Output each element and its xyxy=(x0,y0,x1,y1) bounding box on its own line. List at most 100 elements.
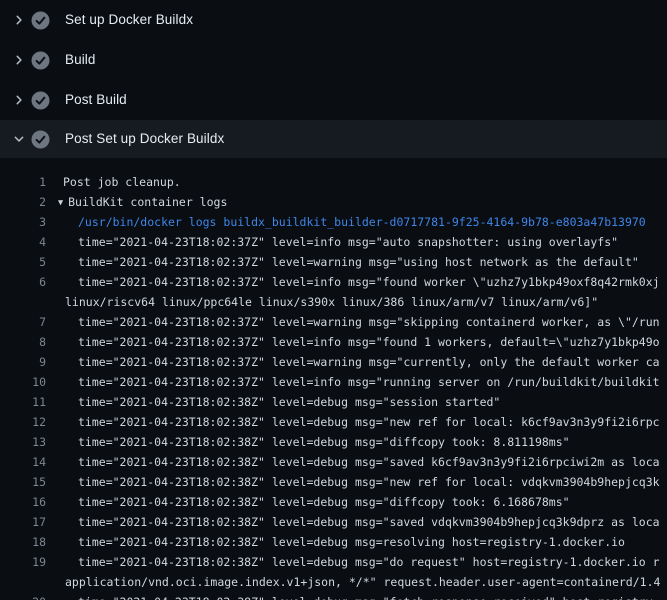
log-line-content: ▼time="2021-04-23T18:02:38Z" level=debug… xyxy=(78,412,660,432)
step-row[interactable]: Post Build xyxy=(0,80,667,120)
check-circle-icon xyxy=(31,11,50,30)
log-line: 11 ▼time="2021-04-23T18:02:38Z" level=de… xyxy=(0,392,667,412)
log-line: 16 ▼time="2021-04-23T18:02:38Z" level=de… xyxy=(0,492,667,512)
log-line-content: ▼time="2021-04-23T18:02:38Z" level=debug… xyxy=(78,472,660,492)
log-line-text: time="2021-04-23T18:02:37Z" level=info m… xyxy=(78,375,660,389)
steps-list: Set up Docker Buildx Build xyxy=(0,0,667,158)
log-line: 13 ▼time="2021-04-23T18:02:38Z" level=de… xyxy=(0,432,667,452)
line-number[interactable]: 6 xyxy=(0,272,46,292)
line-number[interactable]: 8 xyxy=(0,332,46,352)
line-number[interactable] xyxy=(0,292,46,312)
line-number[interactable]: 9 xyxy=(0,352,46,372)
line-number[interactable]: 15 xyxy=(0,472,46,492)
log-line-text: time="2021-04-23T18:02:38Z" level=debug … xyxy=(78,495,570,509)
log-line-content: ▼time="2021-04-23T18:02:37Z" level=warni… xyxy=(78,312,660,332)
log-line-text: time="2021-04-23T18:02:37Z" level=info m… xyxy=(78,275,660,289)
log-line-text: time="2021-04-23T18:02:38Z" level=debug … xyxy=(78,595,660,600)
line-number[interactable]: 4 xyxy=(0,232,46,252)
log-line: 7 ▼time="2021-04-23T18:02:37Z" level=war… xyxy=(0,312,667,332)
log-line-content: ▼Post job cleanup. xyxy=(63,172,181,192)
line-number[interactable]: 3 xyxy=(0,212,46,232)
log-line: 20 ▼time="2021-04-23T18:02:38Z" level=de… xyxy=(0,592,667,600)
chevron-down-icon[interactable] xyxy=(11,131,27,147)
check-circle-icon xyxy=(31,51,50,70)
log-line-content: ▼application/vnd.oci.image.index.v1+json… xyxy=(65,572,660,592)
log-line-text: time="2021-04-23T18:02:37Z" level=warnin… xyxy=(78,315,660,329)
line-number[interactable]: 13 xyxy=(0,432,46,452)
check-circle-icon xyxy=(31,91,50,110)
log-viewer: 1 ▼Post job cleanup. 2 ▼BuildKit contain… xyxy=(0,158,667,600)
log-line-text: time="2021-04-23T18:02:38Z" level=debug … xyxy=(78,535,625,549)
log-line-content: ▼time="2021-04-23T18:02:38Z" level=debug… xyxy=(78,432,570,452)
log-line: 10 ▼time="2021-04-23T18:02:37Z" level=in… xyxy=(0,372,667,392)
log-line[interactable]: 2 ▼BuildKit container logs xyxy=(0,192,667,212)
log-line: 1 ▼Post job cleanup. xyxy=(0,172,667,192)
line-number[interactable]: 14 xyxy=(0,452,46,472)
log-line-content: ▼time="2021-04-23T18:02:38Z" level=debug… xyxy=(78,392,500,412)
log-line-content: ▼linux/riscv64 linux/ppc64le linux/s390x… xyxy=(65,292,598,312)
log-line-content: ▼time="2021-04-23T18:02:37Z" level=warni… xyxy=(78,352,660,372)
log-line-content: ▼time="2021-04-23T18:02:38Z" level=debug… xyxy=(78,532,625,552)
line-number[interactable]: 16 xyxy=(0,492,46,512)
log-line-content: ▼time="2021-04-23T18:02:37Z" level=info … xyxy=(78,232,618,252)
line-number[interactable]: 20 xyxy=(0,592,46,600)
log-line: 8 ▼time="2021-04-23T18:02:37Z" level=inf… xyxy=(0,332,667,352)
step-row[interactable]: Post Set up Docker Buildx xyxy=(0,120,667,158)
check-circle-icon xyxy=(31,130,50,149)
log-line: ▼linux/riscv64 linux/ppc64le linux/s390x… xyxy=(0,292,667,312)
log-line: 5 ▼time="2021-04-23T18:02:37Z" level=war… xyxy=(0,252,667,272)
log-line: 17 ▼time="2021-04-23T18:02:38Z" level=de… xyxy=(0,512,667,532)
actions-log-viewer: Set up Docker Buildx Build xyxy=(0,0,667,600)
log-line-text: time="2021-04-23T18:02:38Z" level=debug … xyxy=(78,515,660,529)
log-line-text: time="2021-04-23T18:02:38Z" level=debug … xyxy=(78,395,500,409)
log-line-content: ▼BuildKit container logs xyxy=(58,192,227,212)
line-number[interactable]: 2 xyxy=(0,192,46,212)
log-line-text: /usr/bin/docker logs buildx_buildkit_bui… xyxy=(78,215,646,229)
log-line-content: ▼time="2021-04-23T18:02:38Z" level=debug… xyxy=(78,492,570,512)
log-line-text: time="2021-04-23T18:02:37Z" level=info m… xyxy=(78,335,660,349)
step-row[interactable]: Set up Docker Buildx xyxy=(0,0,667,40)
line-number[interactable]: 11 xyxy=(0,392,46,412)
log-line: 14 ▼time="2021-04-23T18:02:38Z" level=de… xyxy=(0,452,667,472)
log-line: 18 ▼time="2021-04-23T18:02:38Z" level=de… xyxy=(0,532,667,552)
triangle-down-icon: ▼ xyxy=(58,193,63,213)
log-line-text: Post job cleanup. xyxy=(63,175,181,189)
log-line-content: ▼time="2021-04-23T18:02:38Z" level=debug… xyxy=(78,452,660,472)
log-line-text: time="2021-04-23T18:02:38Z" level=debug … xyxy=(78,415,660,429)
log-line-text: time="2021-04-23T18:02:38Z" level=debug … xyxy=(78,475,660,489)
line-number[interactable]: 17 xyxy=(0,512,46,532)
step-row[interactable]: Build xyxy=(0,40,667,80)
log-line-content: ▼/usr/bin/docker logs buildx_buildkit_bu… xyxy=(78,212,646,232)
log-line: 12 ▼time="2021-04-23T18:02:38Z" level=de… xyxy=(0,412,667,432)
line-number[interactable]: 1 xyxy=(0,172,46,192)
chevron-right-icon[interactable] xyxy=(11,52,27,68)
log-line-text: application/vnd.oci.image.index.v1+json,… xyxy=(65,575,660,589)
line-number[interactable]: 10 xyxy=(0,372,46,392)
log-line-content: ▼time="2021-04-23T18:02:37Z" level=warni… xyxy=(78,252,639,272)
line-number[interactable]: 5 xyxy=(0,252,46,272)
log-line: 19 ▼time="2021-04-23T18:02:38Z" level=de… xyxy=(0,552,667,572)
log-line-text: time="2021-04-23T18:02:38Z" level=debug … xyxy=(78,555,660,569)
log-line-content: ▼time="2021-04-23T18:02:37Z" level=info … xyxy=(78,332,660,352)
log-line-text: time="2021-04-23T18:02:38Z" level=debug … xyxy=(78,435,570,449)
log-line-content: ▼time="2021-04-23T18:02:38Z" level=debug… xyxy=(78,592,660,600)
step-label: Set up Docker Buildx xyxy=(65,11,193,29)
line-number[interactable]: 7 xyxy=(0,312,46,332)
log-line: 6 ▼time="2021-04-23T18:02:37Z" level=inf… xyxy=(0,272,667,292)
line-number[interactable]: 18 xyxy=(0,532,46,552)
log-line: ▼application/vnd.oci.image.index.v1+json… xyxy=(0,572,667,592)
line-number[interactable]: 12 xyxy=(0,412,46,432)
log-line: 3 ▼/usr/bin/docker logs buildx_buildkit_… xyxy=(0,212,667,232)
step-label: Post Set up Docker Buildx xyxy=(65,130,224,148)
log-line-content: ▼time="2021-04-23T18:02:38Z" level=debug… xyxy=(78,512,660,532)
step-label: Build xyxy=(65,51,96,69)
chevron-right-icon[interactable] xyxy=(11,92,27,108)
log-line: 15 ▼time="2021-04-23T18:02:38Z" level=de… xyxy=(0,472,667,492)
log-line-text: time="2021-04-23T18:02:37Z" level=warnin… xyxy=(78,355,660,369)
log-line: 4 ▼time="2021-04-23T18:02:37Z" level=inf… xyxy=(0,232,667,252)
line-number[interactable]: 19 xyxy=(0,552,46,572)
chevron-right-icon[interactable] xyxy=(11,12,27,28)
line-number[interactable] xyxy=(0,572,46,592)
step-label: Post Build xyxy=(65,91,127,109)
log-line-content: ▼time="2021-04-23T18:02:37Z" level=info … xyxy=(78,272,660,292)
